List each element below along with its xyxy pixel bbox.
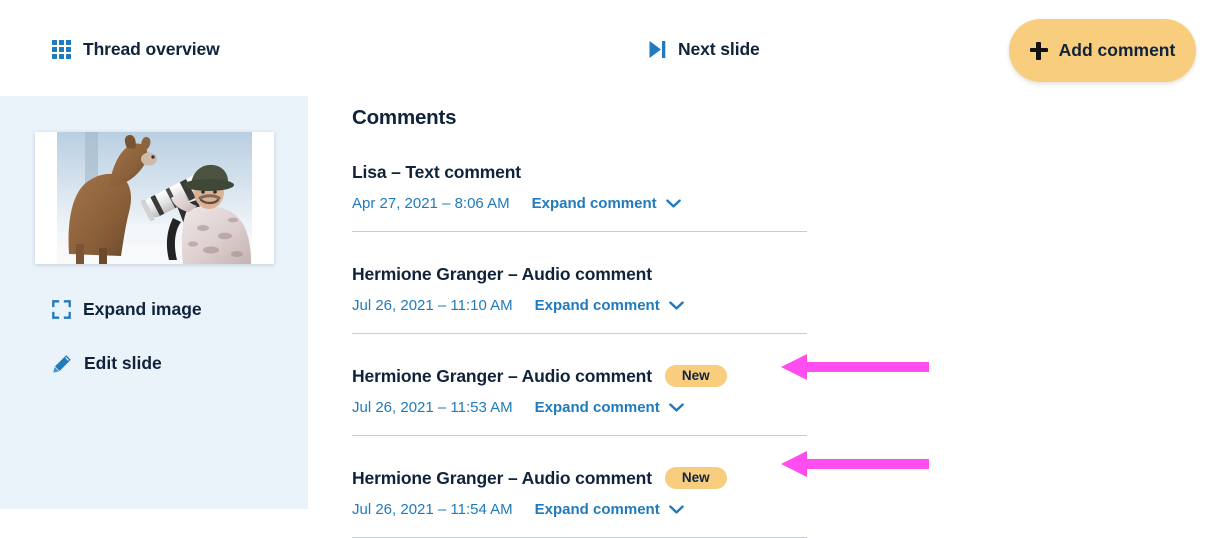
thread-overview-label: Thread overview xyxy=(83,39,220,59)
status-badge: New xyxy=(664,364,727,388)
edit-slide-button[interactable]: Edit slide xyxy=(52,353,162,374)
chevron-down-icon xyxy=(665,198,681,208)
slide-thumbnail-card[interactable] xyxy=(35,132,274,264)
comment-list-item[interactable]: Hermione Granger – Audio comment New Jul… xyxy=(352,436,807,538)
slide-sidebar: Expand image Edit slide xyxy=(0,96,308,509)
comment-author: Hermione Granger – Audio comment xyxy=(352,467,652,488)
skip-next-icon xyxy=(649,40,666,59)
comment-timestamp: Jul 26, 2021 – 11:54 AM xyxy=(352,500,513,518)
comments-heading: Comments xyxy=(352,106,457,129)
expand-image-label: Expand image xyxy=(83,299,202,319)
grid-icon xyxy=(52,40,71,59)
expand-comment-label: Expand comment xyxy=(534,500,660,518)
expand-icon xyxy=(52,300,71,319)
add-comment-button[interactable]: Add comment xyxy=(1009,19,1196,82)
comment-meta: Apr 27, 2021 – 8:06 AM Expand comment xyxy=(352,193,807,213)
expand-comment-button[interactable]: Expand comment xyxy=(532,195,681,212)
chevron-down-icon xyxy=(668,402,684,412)
app-root: Thread overview Next slide Add comment E… xyxy=(0,0,1216,538)
comment-author: Hermione Granger – Audio comment xyxy=(352,263,652,284)
expand-comment-button[interactable]: Expand comment xyxy=(535,501,684,518)
edit-slide-label: Edit slide xyxy=(84,353,162,373)
pencil-icon xyxy=(52,354,72,374)
chevron-down-icon xyxy=(668,300,684,310)
comment-timestamp: Jul 26, 2021 – 11:53 AM xyxy=(352,398,513,416)
comment-header: Hermione Granger – Audio comment New xyxy=(352,466,807,490)
thread-overview-button[interactable]: Thread overview xyxy=(52,39,220,60)
add-comment-label: Add comment xyxy=(1058,40,1176,60)
expand-comment-button[interactable]: Expand comment xyxy=(535,399,684,416)
expand-comment-button[interactable]: Expand comment xyxy=(535,297,684,314)
comment-list-item[interactable]: Hermione Granger – Audio comment Jul 26,… xyxy=(352,232,807,334)
expand-comment-label: Expand comment xyxy=(531,194,657,212)
comment-header: Hermione Granger – Audio comment New xyxy=(352,364,807,388)
comment-timestamp: Jul 26, 2021 – 11:10 AM xyxy=(352,296,513,314)
comment-meta: Jul 26, 2021 – 11:54 AM Expand comment xyxy=(352,499,807,519)
plus-icon xyxy=(1029,41,1048,60)
comment-timestamp: Apr 27, 2021 – 8:06 AM xyxy=(352,194,510,212)
comment-meta: Jul 26, 2021 – 11:53 AM Expand comment xyxy=(352,397,807,417)
comment-author: Lisa – Text comment xyxy=(352,161,521,182)
comment-list-item[interactable]: Hermione Granger – Audio comment New Jul… xyxy=(352,334,807,436)
comment-list-item[interactable]: Lisa – Text comment Apr 27, 2021 – 8:06 … xyxy=(352,130,807,232)
expand-comment-label: Expand comment xyxy=(534,296,660,314)
comment-author: Hermione Granger – Audio comment xyxy=(352,365,652,386)
next-slide-button[interactable]: Next slide xyxy=(649,39,760,60)
top-toolbar: Thread overview Next slide Add comment xyxy=(0,0,1216,96)
comments-panel: Comments Lisa – Text comment Apr 27, 202… xyxy=(352,96,807,538)
comment-header: Lisa – Text comment xyxy=(352,161,807,183)
slide-thumbnail-image xyxy=(57,132,252,264)
status-badge: New xyxy=(664,466,727,490)
chevron-down-icon xyxy=(668,504,684,514)
comment-meta: Jul 26, 2021 – 11:10 AM Expand comment xyxy=(352,295,807,315)
expand-comment-label: Expand comment xyxy=(534,398,660,416)
expand-image-button[interactable]: Expand image xyxy=(52,299,202,320)
next-slide-label: Next slide xyxy=(678,39,760,59)
comment-header: Hermione Granger – Audio comment xyxy=(352,263,807,285)
